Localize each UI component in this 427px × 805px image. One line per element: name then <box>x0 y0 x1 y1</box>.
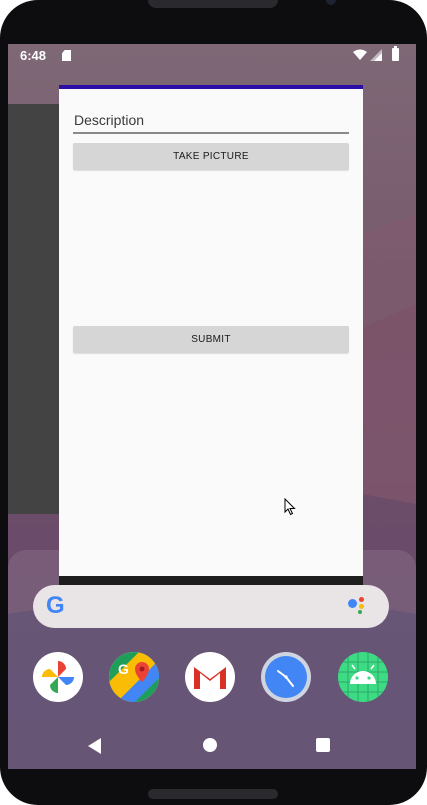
status-time: 6:48 <box>20 48 47 63</box>
assistant-dot-blue <box>348 599 357 608</box>
bottom-speaker <box>148 789 278 799</box>
clock-face-icon <box>265 656 307 698</box>
google-logo-icon: G <box>46 594 65 618</box>
navigation-bar <box>8 724 416 769</box>
background-panel <box>8 104 60 514</box>
take-picture-button[interactable]: TAKE PICTURE <box>73 143 349 170</box>
photos-pinwheel-icon <box>42 661 74 693</box>
signal-icon <box>370 49 382 61</box>
assistant-dot-green <box>358 610 362 614</box>
mouse-cursor-icon <box>284 498 296 516</box>
assistant-dot-yellow <box>359 604 364 609</box>
submit-button[interactable]: SUBMIT <box>73 326 349 353</box>
assistant-dot-red <box>359 597 364 602</box>
status-bar: 6:48 <box>8 44 416 68</box>
top-speaker <box>148 0 278 8</box>
clock-icon[interactable] <box>261 652 311 702</box>
svg-text:G: G <box>118 661 129 677</box>
app-window: TAKE PICTURE SUBMIT <box>59 85 363 586</box>
description-field[interactable] <box>73 110 349 134</box>
gmail-icon[interactable] <box>185 652 235 702</box>
maps-icon[interactable]: G <box>109 652 159 702</box>
screen: 6:48 TAKE PICTURE SUBMIT <box>8 44 416 769</box>
maps-glyph-icon: G <box>109 652 159 702</box>
android-robot-icon <box>338 652 388 702</box>
back-icon[interactable] <box>88 738 102 754</box>
android-icon[interactable] <box>338 652 388 702</box>
home-icon[interactable] <box>203 738 217 752</box>
battery-icon <box>392 46 399 61</box>
google-search-bar[interactable]: G <box>33 585 389 628</box>
assistant-icon[interactable] <box>348 597 372 617</box>
wifi-icon <box>353 49 367 60</box>
recents-icon[interactable] <box>316 738 330 752</box>
photos-icon[interactable] <box>33 652 83 702</box>
google-g-letter: G <box>46 592 65 619</box>
front-camera <box>326 0 336 5</box>
sd-card-icon <box>62 50 71 61</box>
gmail-envelope-icon <box>193 664 227 690</box>
phone-frame: 6:48 TAKE PICTURE SUBMIT <box>0 0 427 805</box>
